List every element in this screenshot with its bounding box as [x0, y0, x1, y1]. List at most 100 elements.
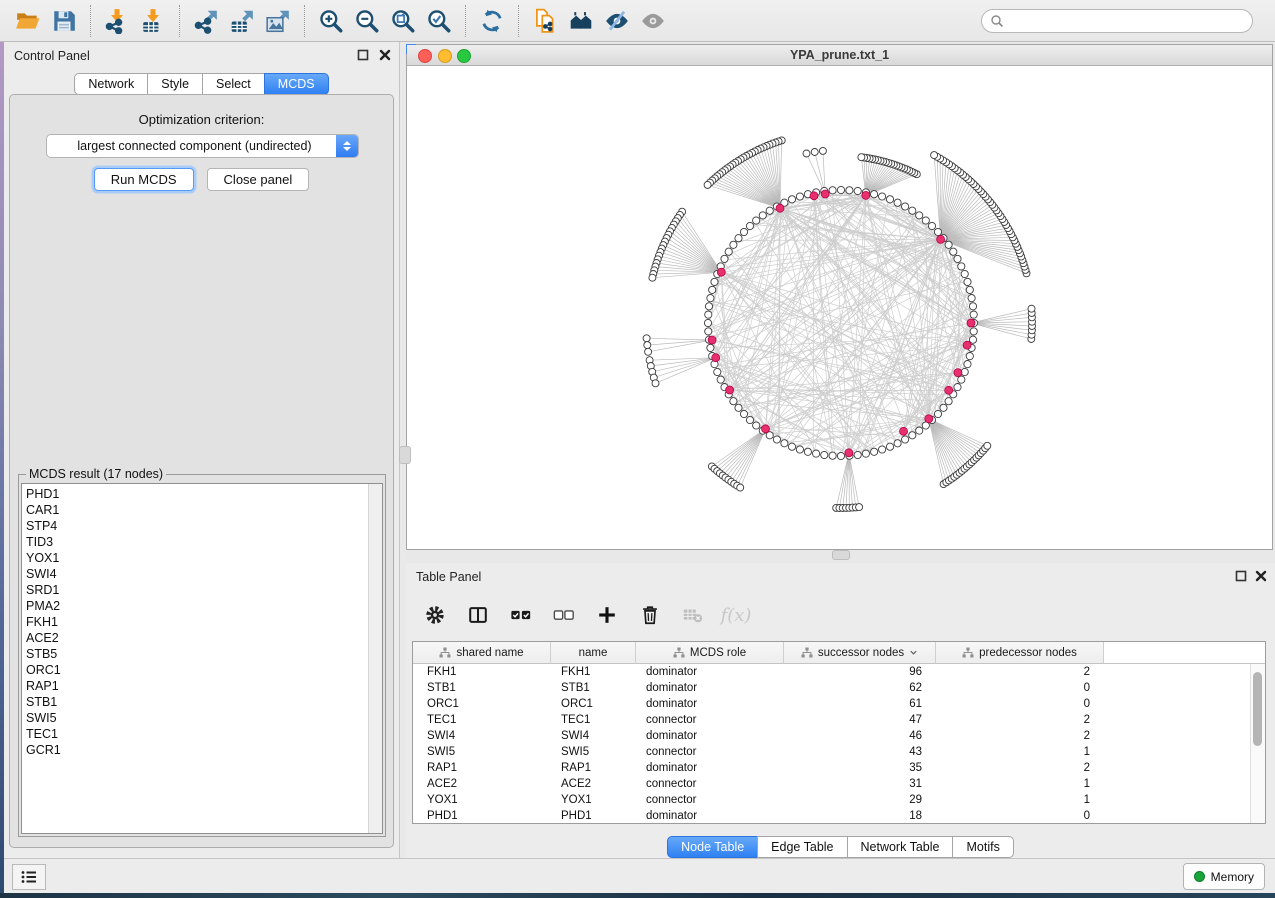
settings-icon[interactable]	[422, 602, 448, 628]
clear-table-icon	[680, 602, 706, 628]
tab-style[interactable]: Style	[147, 73, 203, 95]
tab-mcds[interactable]: MCDS	[264, 73, 329, 95]
tab-select[interactable]: Select	[202, 73, 265, 95]
table-row[interactable]: SWI4SWI4dominator462	[413, 728, 1265, 744]
automation-panel-button[interactable]	[12, 864, 46, 890]
table-row[interactable]: ORC1ORC1dominator610	[413, 696, 1265, 712]
table-row[interactable]: TEC1TEC1connector472	[413, 712, 1265, 728]
table-row[interactable]: RAP1RAP1dominator352	[413, 760, 1265, 776]
zoom-selected-icon[interactable]	[421, 4, 457, 38]
network-graph[interactable]	[407, 66, 1272, 549]
column-header-MCDS-role[interactable]: MCDS role	[636, 642, 784, 664]
table-row[interactable]: FKH1FKH1dominator962	[413, 664, 1265, 680]
close-panel-icon[interactable]	[378, 48, 394, 64]
show-column-panel-icon[interactable]	[465, 602, 491, 628]
mcds-result-item[interactable]: PMA2	[26, 598, 61, 614]
export-image-icon[interactable]	[260, 4, 296, 38]
desktop-wallpaper-bottom	[0, 893, 1275, 898]
horizontal-splitter-handle[interactable]	[832, 550, 850, 560]
table-float-window-icon[interactable]	[1234, 569, 1250, 585]
mcds-result-item[interactable]: TID3	[26, 534, 61, 550]
select-stepper-icon	[336, 135, 358, 157]
control-panel-title: Control Panel	[14, 49, 90, 63]
mcds-result-item[interactable]: CAR1	[26, 502, 61, 518]
network-window-titlebar[interactable]: YPA_prune.txt_1	[407, 45, 1272, 66]
network-canvas[interactable]	[407, 66, 1272, 549]
column-header-shared-name[interactable]: shared name	[413, 642, 551, 664]
table-row[interactable]: STB1STB1dominator620	[413, 680, 1265, 696]
column-header-successor-nodes[interactable]: successor nodes	[784, 642, 936, 664]
table-close-panel-icon[interactable]	[1254, 569, 1270, 585]
mcds-result-item[interactable]: PHD1	[26, 486, 61, 502]
control-panel-tabs: NetworkStyleSelectMCDS	[4, 73, 399, 95]
table-toolbar: f(x)	[422, 595, 749, 635]
zoom-fit-icon[interactable]	[385, 4, 421, 38]
search-input[interactable]	[1010, 13, 1244, 29]
table-row[interactable]: PHD1PHD1dominator180	[413, 808, 1265, 824]
import-network-icon[interactable]	[99, 4, 135, 38]
float-window-icon[interactable]	[356, 48, 372, 64]
open-file-icon[interactable]	[10, 4, 46, 38]
control-panel-header: Control Panel	[4, 42, 399, 68]
save-session-icon[interactable]	[46, 4, 82, 38]
export-table-icon[interactable]	[224, 4, 260, 38]
toolbar-separator	[179, 5, 180, 37]
zoom-out-icon[interactable]	[349, 4, 385, 38]
export-network-icon[interactable]	[188, 4, 224, 38]
new-network-from-selection-icon[interactable]	[527, 4, 563, 38]
column-header-predecessor-nodes[interactable]: predecessor nodes	[936, 642, 1104, 664]
first-neighbors-icon[interactable]	[563, 4, 599, 38]
tab-motifs[interactable]: Motifs	[952, 836, 1013, 858]
control-panel: Control Panel NetworkStyleSelectMCDS Opt…	[4, 42, 400, 858]
mcds-result-item[interactable]: STB1	[26, 694, 61, 710]
mcds-result-item[interactable]: TEC1	[26, 726, 61, 742]
table-row[interactable]: ACE2ACE2connector311	[413, 776, 1265, 792]
close-panel-button[interactable]: Close panel	[207, 168, 310, 191]
optimization-criterion-select[interactable]: largest connected component (undirected)	[46, 134, 359, 158]
mcds-result-item[interactable]: ORC1	[26, 662, 61, 678]
zoom-in-icon[interactable]	[313, 4, 349, 38]
table-panel-title: Table Panel	[416, 570, 481, 584]
table-panel-tabs: Node TableEdge TableNetwork TableMotifs	[406, 836, 1275, 858]
table-row[interactable]: SWI5SWI5connector431	[413, 744, 1265, 760]
run-mcds-button[interactable]: Run MCDS	[94, 168, 194, 191]
mcds-result-list[interactable]: PHD1CAR1STP4TID3YOX1SWI4SRD1PMA2FKH1ACE2…	[21, 483, 383, 834]
mcds-result-item[interactable]: FKH1	[26, 614, 61, 630]
table-body: FKH1FKH1dominator962STB1STB1dominator620…	[413, 664, 1265, 824]
status-bar: Memory	[4, 858, 1275, 893]
mcds-result-item[interactable]: GCR1	[26, 742, 61, 758]
refresh-layout-icon[interactable]	[474, 4, 510, 38]
toolbar-separator	[90, 5, 91, 37]
select-all-icon[interactable]	[508, 602, 534, 628]
table-scrollbar[interactable]	[1250, 664, 1265, 824]
delete-column-icon[interactable]	[637, 602, 663, 628]
import-table-icon[interactable]	[135, 4, 171, 38]
deselect-all-icon[interactable]	[551, 602, 577, 628]
add-column-icon[interactable]	[594, 602, 620, 628]
mcds-result-item[interactable]: SWI4	[26, 566, 61, 582]
table-row[interactable]: YOX1YOX1connector291	[413, 792, 1265, 808]
search-box[interactable]	[981, 9, 1253, 33]
tab-edge-table[interactable]: Edge Table	[757, 836, 847, 858]
tab-node-table[interactable]: Node Table	[667, 836, 758, 858]
mcds-result-item[interactable]: YOX1	[26, 550, 61, 566]
tab-network-table[interactable]: Network Table	[847, 836, 954, 858]
mcds-result-item[interactable]: SWI5	[26, 710, 61, 726]
mcds-result-item[interactable]: ACE2	[26, 630, 61, 646]
tab-network[interactable]: Network	[74, 73, 148, 95]
table-header-row: shared namenameMCDS rolesuccessor nodesp…	[413, 642, 1265, 664]
mcds-list-scrollbar[interactable]	[368, 484, 382, 833]
function-builder-icon: f(x)	[723, 602, 749, 628]
table-scrollbar-thumb[interactable]	[1253, 672, 1262, 746]
mcds-result-item[interactable]: SRD1	[26, 582, 61, 598]
column-header-name[interactable]: name	[551, 642, 636, 664]
show-all-icon	[635, 4, 671, 38]
vertical-splitter-handle[interactable]	[399, 446, 411, 464]
mcds-result-item[interactable]: STB5	[26, 646, 61, 662]
memory-button[interactable]: Memory	[1183, 863, 1265, 890]
sort-descending-icon	[909, 648, 918, 657]
hide-selected-icon[interactable]	[599, 4, 635, 38]
mcds-result-item[interactable]: STP4	[26, 518, 61, 534]
optimization-criterion-value: largest connected component (undirected)	[47, 139, 336, 153]
mcds-result-item[interactable]: RAP1	[26, 678, 61, 694]
